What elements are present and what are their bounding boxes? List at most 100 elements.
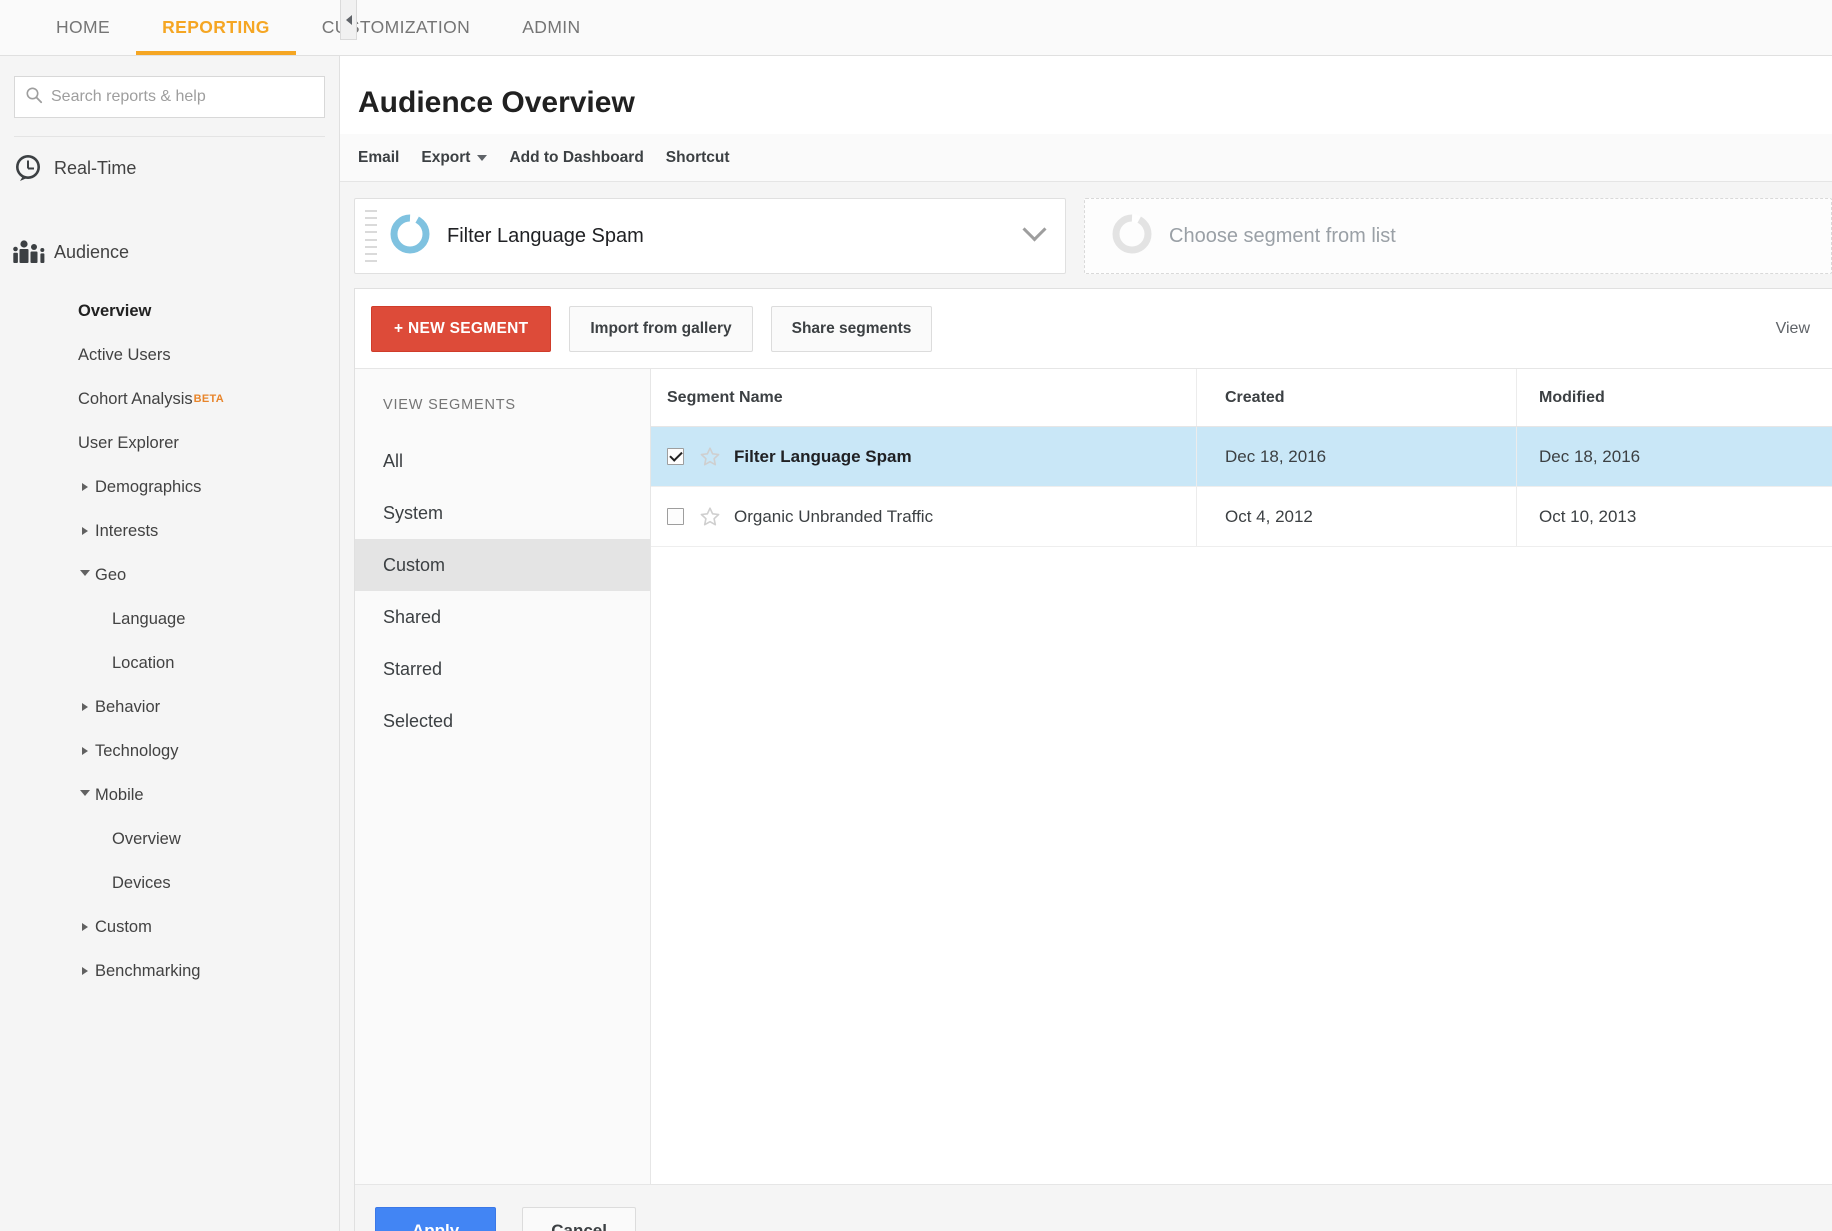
drag-handle-icon[interactable] — [365, 208, 377, 264]
action-label: Email — [358, 149, 399, 167]
sidebar-item-devices[interactable]: Devices — [0, 861, 339, 905]
segment-checkbox[interactable] — [667, 448, 684, 465]
apply-button[interactable]: Apply — [375, 1207, 496, 1231]
chevron-right-icon[interactable] — [82, 923, 88, 931]
audience-icon — [12, 237, 54, 267]
choose-segment-label: Choose segment from list — [1169, 225, 1396, 248]
top-navigation: HOMEREPORTINGCUSTOMIZATIONADMIN — [0, 0, 1832, 56]
chevron-down-icon[interactable] — [477, 155, 487, 161]
sidebar-item-mobile[interactable]: Mobile — [0, 773, 339, 817]
chevron-right-icon[interactable] — [82, 703, 88, 711]
segment-panel-body: VIEW SEGMENTS AllSystemCustomSharedStarr… — [355, 369, 1832, 1184]
sidebar-item-label: Custom — [95, 918, 152, 937]
chevron-down-icon[interactable] — [80, 570, 90, 580]
action-email[interactable]: Email — [358, 149, 399, 167]
view-segments-item-starred[interactable]: Starred — [355, 643, 650, 695]
view-segments-item-shared[interactable]: Shared — [355, 591, 650, 643]
sidebar-item-user-explorer[interactable]: User Explorer — [0, 421, 339, 465]
action-add-to-dashboard[interactable]: Add to Dashboard — [509, 149, 643, 167]
view-segments-item-all[interactable]: All — [355, 435, 650, 487]
topnav-item-customization[interactable]: CUSTOMIZATION — [296, 0, 496, 55]
choose-segment-pill[interactable]: Choose segment from list — [1084, 198, 1832, 274]
view-segments-item-custom[interactable]: Custom — [355, 539, 650, 591]
clock-icon — [12, 152, 54, 184]
search-input[interactable] — [51, 88, 314, 106]
action-label: Shortcut — [666, 149, 730, 167]
segment-name-cell: Filter Language Spam — [651, 445, 1196, 469]
import-from-gallery-button[interactable]: Import from gallery — [569, 306, 752, 352]
topnav-item-home[interactable]: HOME — [30, 0, 136, 55]
created-cell: Oct 4, 2012 — [1196, 487, 1516, 546]
search-box[interactable] — [14, 76, 325, 118]
sidebar-item-overview[interactable]: Overview — [0, 817, 339, 861]
segment-bar: Filter Language Spam Choose segment from… — [340, 182, 1832, 288]
sidebar-item-label: Benchmarking — [95, 962, 200, 981]
column-header-modified[interactable]: Modified — [1516, 369, 1832, 426]
action-label: Add to Dashboard — [509, 149, 643, 167]
sidebar-item-technology[interactable]: Technology — [0, 729, 339, 773]
topnav-item-admin[interactable]: ADMIN — [496, 0, 606, 55]
chevron-down-icon[interactable] — [80, 790, 90, 800]
left-sidebar: Real-Time Audience Overview Active Users C… — [0, 56, 340, 1231]
sidebar-item-active-users[interactable]: Active Users — [0, 333, 339, 377]
table-row[interactable]: Organic Unbranded TrafficOct 4, 2012Oct … — [651, 487, 1832, 547]
sidebar-item-benchmarking[interactable]: Benchmarking — [0, 949, 339, 993]
sidebar-item-interests[interactable]: Interests — [0, 509, 339, 553]
sidebar-report-list: Overview Active Users Cohort AnalysisBETA U… — [0, 289, 339, 993]
sidebar-collapse-button[interactable] — [340, 0, 357, 40]
search-icon — [25, 86, 51, 109]
action-export[interactable]: Export — [421, 149, 487, 167]
share-segments-button[interactable]: Share segments — [771, 306, 933, 352]
segments-table-header: Segment Name Created Modified — [651, 369, 1832, 427]
sidebar-item-cohort-analysis[interactable]: Cohort AnalysisBETA — [0, 377, 339, 421]
sidebar-section-audience[interactable]: Audience — [0, 221, 339, 283]
sidebar-item-label: User Explorer — [78, 434, 179, 453]
chevron-right-icon[interactable] — [82, 747, 88, 755]
sidebar-item-label: Location — [112, 654, 174, 673]
chevron-down-icon[interactable] — [1022, 217, 1046, 241]
sidebar-section-real-time[interactable]: Real-Time — [0, 137, 339, 199]
segment-name-cell: Organic Unbranded Traffic — [651, 505, 1196, 529]
action-shortcut[interactable]: Shortcut — [666, 149, 730, 167]
chevron-right-icon[interactable] — [82, 483, 88, 491]
star-icon[interactable] — [698, 445, 724, 469]
sidebar-item-label: Demographics — [95, 478, 201, 497]
view-segments-item-selected[interactable]: Selected — [355, 695, 650, 747]
sidebar-item-geo[interactable]: Geo — [0, 553, 339, 597]
applied-segment-pill[interactable]: Filter Language Spam — [354, 198, 1066, 274]
segments-table-body: Filter Language SpamDec 18, 2016Dec 18, … — [651, 427, 1832, 547]
new-segment-button[interactable]: + NEW SEGMENT — [371, 306, 551, 352]
cancel-button[interactable]: Cancel — [522, 1207, 636, 1231]
sidebar-item-behavior[interactable]: Behavior — [0, 685, 339, 729]
applied-segment-label: Filter Language Spam — [447, 225, 644, 248]
view-link[interactable]: View — [1776, 320, 1810, 338]
topnav-item-reporting[interactable]: REPORTING — [136, 0, 296, 55]
created-cell: Dec 18, 2016 — [1196, 427, 1516, 486]
table-row[interactable]: Filter Language SpamDec 18, 2016Dec 18, … — [651, 427, 1832, 487]
star-icon[interactable] — [698, 505, 724, 529]
segment-checkbox[interactable] — [667, 508, 684, 525]
sidebar-item-label: Active Users — [78, 346, 171, 365]
chevron-right-icon[interactable] — [82, 527, 88, 535]
sidebar-item-label: Mobile — [95, 786, 144, 805]
main-content: Audience Overview Email Export Add to Dash… — [340, 56, 1832, 1231]
view-segments-nav: VIEW SEGMENTS AllSystemCustomSharedStarr… — [355, 369, 651, 1184]
sidebar-item-language[interactable]: Language — [0, 597, 339, 641]
sidebar-item-demographics[interactable]: Demographics — [0, 465, 339, 509]
chevron-right-icon[interactable] — [82, 967, 88, 975]
sidebar-section-label: Real-Time — [54, 158, 136, 179]
page-header: Audience Overview — [340, 56, 1832, 134]
column-header-created[interactable]: Created — [1196, 369, 1516, 426]
sidebar-item-location[interactable]: Location — [0, 641, 339, 685]
sidebar-item-custom[interactable]: Custom — [0, 905, 339, 949]
sidebar-item-label: Overview — [112, 830, 181, 849]
segment-picker-panel: + NEW SEGMENT Import from gallery Share … — [354, 288, 1832, 1231]
segment-donut-icon — [387, 211, 433, 262]
segment-placeholder-donut-icon — [1109, 211, 1155, 262]
sidebar-search-row — [0, 56, 339, 118]
modified-cell: Dec 18, 2016 — [1516, 427, 1832, 486]
sidebar-item-overview[interactable]: Overview — [0, 289, 339, 333]
column-header-segment-name[interactable]: Segment Name — [651, 389, 1196, 407]
view-segments-item-system[interactable]: System — [355, 487, 650, 539]
report-action-bar: Email Export Add to Dashboard Shortcut — [340, 134, 1832, 182]
